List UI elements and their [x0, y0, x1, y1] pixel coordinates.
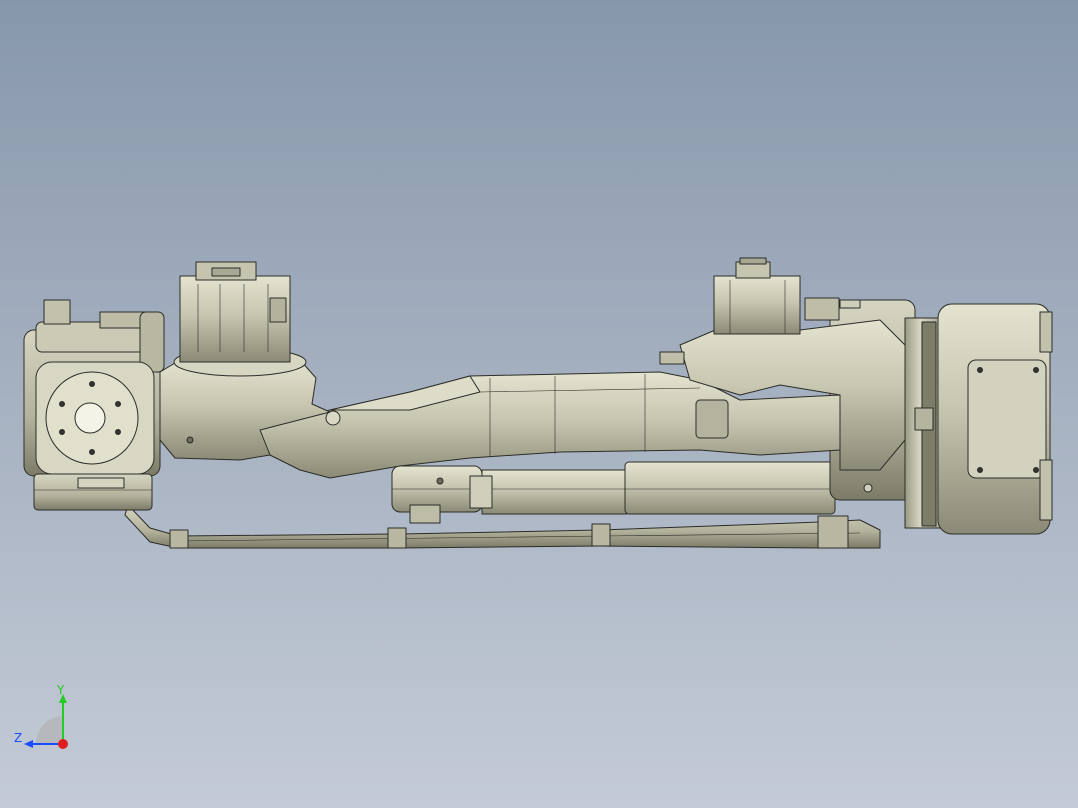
- coordinate-triad: Y Z: [8, 683, 78, 754]
- x-axis-dot: [58, 739, 68, 749]
- wrist-flange[interactable]: [23, 299, 165, 511]
- triad-quadrant: [36, 716, 64, 744]
- y-axis-label: Y: [56, 684, 65, 697]
- robot-arm-model[interactable]: [0, 0, 1078, 808]
- balancer-cylinder[interactable]: [391, 461, 836, 524]
- z-axis-label: Z: [14, 731, 22, 745]
- shoulder-housing[interactable]: [659, 257, 906, 493]
- cad-viewport[interactable]: Y Z: [0, 0, 1078, 808]
- z-axis-arrow-head: [24, 740, 33, 748]
